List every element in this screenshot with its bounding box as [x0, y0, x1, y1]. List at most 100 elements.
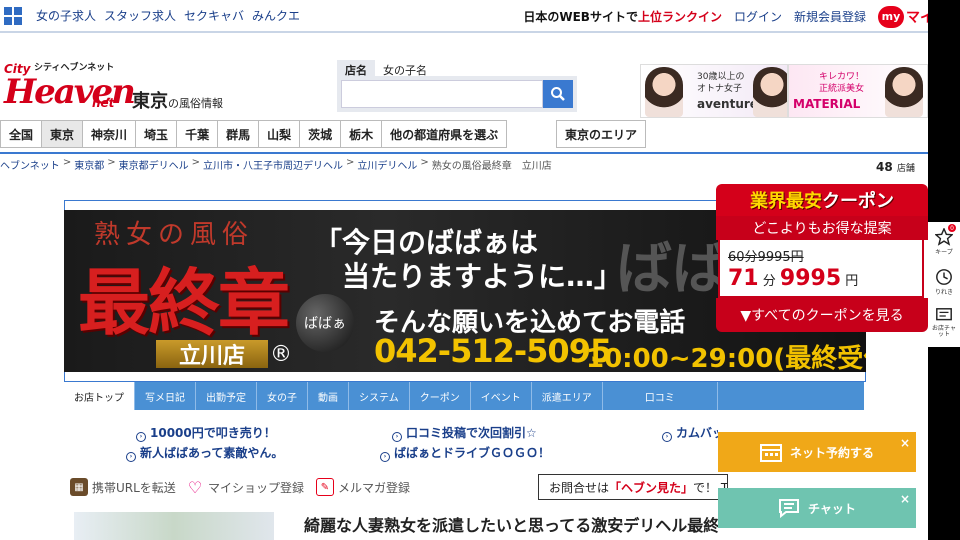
coupon-old-price: 60分9995円 — [728, 250, 804, 265]
ad-banner-material[interactable]: キレカワ！ 正統派美女 MATERIAL — [788, 64, 928, 118]
notice-link[interactable]: › 口コミ投稿で次回割引☆ — [392, 424, 537, 442]
shop-nav: お店トップ 写メ日記 出勤予定 女の子 動画 システム クーポン イベント 派遣… — [64, 382, 864, 410]
coupon-new-price: 71 分 9995 円 — [728, 266, 859, 291]
tab-video[interactable]: 動画 — [308, 382, 349, 410]
close-icon[interactable]: × — [900, 436, 910, 450]
transfer-mobile-url-link[interactable]: ▦ 携帯URLを転送 — [70, 478, 176, 496]
arrow-circle-icon: › — [392, 432, 402, 442]
arrow-circle-icon: › — [662, 432, 672, 442]
tab-coupon[interactable]: クーポン — [410, 382, 471, 410]
keep-count-badge: 0 — [948, 224, 956, 232]
tab-event[interactable]: イベント — [471, 382, 532, 410]
tokyo-area-button[interactable]: 東京のエリア — [556, 120, 647, 148]
ad1-line2: オトナ女子 — [697, 84, 743, 94]
pref-tochigi[interactable]: 栃木 — [340, 120, 382, 148]
banner-ghost-text: ばば — [616, 237, 728, 302]
top-link-staff-jobs[interactable]: スタッフ求人 — [104, 7, 176, 24]
tab-girls[interactable]: 女の子 — [257, 382, 308, 410]
history-icon — [936, 269, 952, 285]
region-title: 東京の風俗情報 — [132, 91, 223, 112]
notice-link[interactable]: › 10000円で叩き売り！ — [136, 424, 276, 442]
top-link-girls-jobs[interactable]: 女の子求人 — [36, 7, 96, 24]
notice-link[interactable]: › ばばぁとドライブＧＯＧＯ！ — [380, 444, 550, 462]
all-coupons-button[interactable]: ▼すべてのクーポンを見る — [716, 298, 928, 332]
close-icon[interactable]: × — [900, 492, 910, 506]
chat-bubble-icon — [779, 499, 800, 518]
pref-yamanashi[interactable]: 山梨 — [258, 120, 300, 148]
breadcrumb: ヘブンネット > 東京都 > 東京都デリヘル > 立川市・八王子市周辺デリヘル > 立川… — [0, 157, 552, 172]
mailmag-register-link[interactable]: ✎ メルマガ登録 — [316, 478, 410, 496]
pref-gunma[interactable]: 群馬 — [217, 120, 259, 148]
notice-link[interactable]: ›カムバックイベント — [662, 424, 718, 442]
ad2-name: MATERIAL — [793, 97, 861, 111]
search-box — [337, 76, 577, 112]
keep-button[interactable]: 0 キープ — [928, 222, 960, 262]
breadcrumb-item[interactable]: 立川市・八王子市周辺デリヘル — [203, 157, 343, 172]
ad-model-photo-3 — [885, 67, 923, 117]
search-button[interactable] — [543, 80, 573, 108]
tab-shop-top[interactable]: お店トップ — [64, 382, 135, 410]
pref-ibaraki[interactable]: 茨城 — [299, 120, 341, 148]
top-bar: 女の子求人 スタッフ求人 セクキャバ みんクエ 日本のWEBサイトで上位ランクイ… — [0, 0, 928, 33]
ad1-name: aventure — [697, 97, 758, 111]
coupon-header: 業界 最安 クーポン — [716, 184, 928, 216]
tab-system[interactable]: システム — [349, 382, 410, 410]
shop-chat-button[interactable]: お店チャット — [928, 302, 960, 342]
pref-chiba[interactable]: 千葉 — [176, 120, 218, 148]
pref-tokyo[interactable]: 東京 — [41, 120, 83, 148]
banner-quote: 「今日のばばぁは 当たりますように…」 — [314, 226, 623, 293]
pref-other[interactable]: 他の都道府県を選ぶ — [381, 120, 508, 148]
ranking-notice: 日本のWEBサイトで上位ランクイン — [523, 10, 722, 24]
chat-button[interactable]: チャット × — [718, 488, 916, 528]
calendar-icon — [759, 444, 782, 462]
breadcrumb-item[interactable]: 東京都デリヘル — [119, 157, 189, 172]
notice-link[interactable]: › 新人ばばあって素敵やん。 — [126, 444, 283, 462]
shop-description: 綺麗な人妻熟女を派遣したいと思ってる激安デリヘル最終章立川店 — [304, 516, 718, 535]
breadcrumb-item[interactable]: ヘブンネット — [0, 157, 60, 172]
tab-photo-diary[interactable]: 写メ日記 — [135, 382, 196, 410]
banner-title: 最終章 — [78, 260, 290, 345]
breadcrumb-item[interactable]: 立川デリヘル — [357, 157, 417, 172]
banner-registered-mark: ® — [270, 342, 292, 367]
ad-model-photo-2 — [753, 67, 787, 117]
coupon-subtitle: どこよりもお得な提案 — [716, 216, 928, 240]
chat-icon — [936, 307, 952, 320]
top-link-sexy-cabaret[interactable]: セクキャバ — [184, 7, 244, 24]
tab-reviews[interactable]: 口コミ — [603, 382, 718, 410]
my-label: マイ — [906, 9, 928, 26]
register-link[interactable]: 新規会員登録 — [794, 8, 866, 25]
ad-model-photo — [645, 67, 683, 117]
coupon-body[interactable]: 60分9995円 71 分 9995 円 — [718, 240, 924, 298]
divider — [0, 152, 928, 154]
top-link-minkue[interactable]: みんクエ — [252, 7, 300, 24]
tab-dispatch-area[interactable]: 派遣エリア — [532, 382, 603, 410]
myshop-register-link[interactable]: ♡ マイショップ登録 — [186, 477, 304, 497]
top-right: 日本のWEBサイトで上位ランクイン ログイン 新規会員登録 my マイ — [523, 0, 928, 33]
breadcrumb-item[interactable]: 東京都 — [74, 157, 104, 172]
heart-icon: ♡ — [187, 477, 203, 497]
ad-banner-aventure[interactable]: 30歳以上の オトナ女子 aventure — [640, 64, 788, 118]
site-logo[interactable]: City シティヘブンネット Heaven net — [4, 60, 136, 112]
search-icon — [551, 87, 565, 101]
pref-kanagawa[interactable]: 神奈川 — [82, 120, 136, 148]
my-page-button[interactable]: my マイ — [878, 5, 928, 28]
my-icon: my — [878, 5, 904, 28]
prefecture-tabs: 全国 東京 神奈川 埼玉 千葉 群馬 山梨 茨城 栃木 他の都道府県を選ぶ — [0, 120, 508, 148]
arrow-circle-icon: › — [136, 432, 146, 442]
net-reserve-button[interactable]: ネット予約する × — [718, 432, 916, 472]
shop-photo[interactable] — [74, 512, 274, 540]
menu-grid-icon[interactable] — [4, 6, 22, 25]
login-link[interactable]: ログイン — [734, 8, 782, 25]
banner-phone: 042-512-5095 — [374, 332, 612, 370]
arrow-circle-icon: › — [126, 452, 136, 462]
pref-saitama[interactable]: 埼玉 — [135, 120, 177, 148]
breadcrumb-current: 熟女の風俗最終章 立川店 — [431, 161, 552, 172]
search-input[interactable] — [341, 80, 543, 108]
history-button[interactable]: りれき — [928, 262, 960, 302]
pref-all[interactable]: 全国 — [0, 120, 42, 148]
shop-count: 48 店舗 — [876, 160, 915, 174]
tab-schedule[interactable]: 出勤予定 — [196, 382, 257, 410]
ad2-line2: 正統派美女 — [819, 84, 865, 94]
contact-box: お問合せは「ヘブン見た」で！ TEL 042-512-5095 — [538, 474, 728, 500]
banner-hours: 10:00~29:00(最終受付) — [586, 344, 866, 372]
